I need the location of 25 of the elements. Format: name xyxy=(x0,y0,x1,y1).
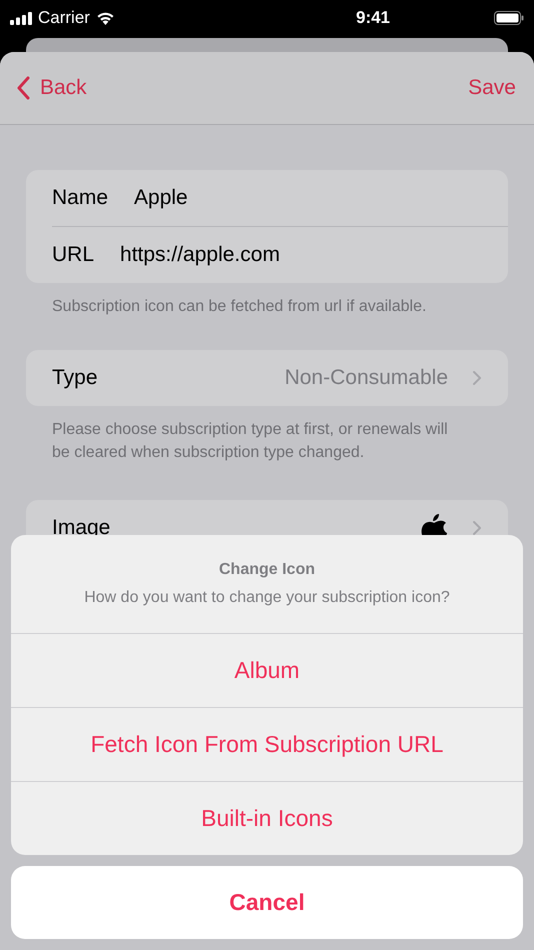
row-value: Non-Consumable xyxy=(284,366,448,390)
input-field[interactable]: Apple xyxy=(134,186,482,210)
chevron-right-icon xyxy=(472,520,482,536)
row-label: Type xyxy=(52,366,98,390)
field-label: URL xyxy=(52,243,94,267)
carrier-label: Carrier xyxy=(38,8,90,28)
footer-note: Please choose subscription type at first, or renewals will be cleared when subscription type changed. xyxy=(52,420,449,463)
wifi-icon xyxy=(96,11,115,25)
save-button[interactable]: Save xyxy=(468,76,516,100)
type-row[interactable]: Type Non-Consumable xyxy=(26,350,508,406)
action-button[interactable]: Built-in Icons xyxy=(11,781,523,855)
input-field[interactable]: https://apple.com xyxy=(120,243,482,267)
field-label: Name xyxy=(52,186,108,210)
chevron-left-icon xyxy=(16,76,30,100)
sheet-title: Change Icon xyxy=(218,561,315,579)
sheet-message: How do you want to change your subscription icon? xyxy=(84,589,450,607)
action-button[interactable]: Album xyxy=(11,633,523,707)
battery-icon xyxy=(494,11,524,25)
signal-icon xyxy=(10,12,32,24)
footer-note: Subscription icon can be fetched from url if available. xyxy=(52,297,428,317)
chevron-right-icon xyxy=(472,370,482,386)
action-button[interactable]: Fetch Icon From Subscription URL xyxy=(11,707,523,781)
clock-time: 9:41 xyxy=(354,8,392,28)
cancel-button[interactable]: Cancel xyxy=(11,866,523,939)
back-button[interactable]: Back xyxy=(16,76,87,100)
